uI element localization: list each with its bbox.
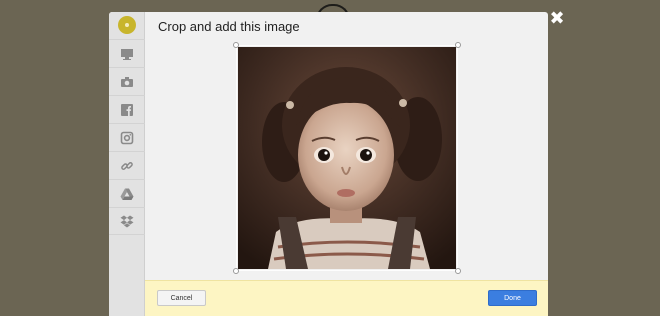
app-logo-icon — [118, 16, 136, 34]
google-drive-icon — [120, 188, 134, 200]
crop-selection[interactable] — [233, 42, 461, 274]
dialog-title: Crop and add this image — [158, 19, 300, 34]
link-icon — [121, 161, 133, 170]
sidebar-item-instagram[interactable] — [109, 123, 145, 151]
camera-icon — [121, 76, 133, 87]
sidebar-item-dropbox[interactable] — [109, 207, 145, 235]
source-sidebar — [109, 12, 145, 316]
cancel-button[interactable]: Cancel — [157, 290, 206, 306]
sidebar-item-google-drive[interactable] — [109, 179, 145, 207]
dialog-footer: Cancel Done — [145, 280, 548, 316]
sidebar-item-computer[interactable] — [109, 39, 145, 67]
sidebar-item-link[interactable] — [109, 151, 145, 179]
crop-handle-top-right[interactable] — [455, 42, 461, 48]
monitor-icon — [121, 48, 133, 60]
close-icon[interactable]: ✖ — [549, 9, 565, 29]
facebook-icon — [121, 103, 133, 116]
dropbox-icon — [120, 215, 134, 228]
instagram-icon — [120, 131, 134, 144]
crop-handle-bottom-left[interactable] — [233, 268, 239, 274]
sidebar-item-facebook[interactable] — [109, 95, 145, 123]
crop-handle-bottom-right[interactable] — [455, 268, 461, 274]
crop-handle-top-left[interactable] — [233, 42, 239, 48]
crop-dialog: Crop and add this image Cancel Done — [109, 12, 548, 316]
done-button[interactable]: Done — [488, 290, 537, 306]
sidebar-item-camera[interactable] — [109, 67, 145, 95]
